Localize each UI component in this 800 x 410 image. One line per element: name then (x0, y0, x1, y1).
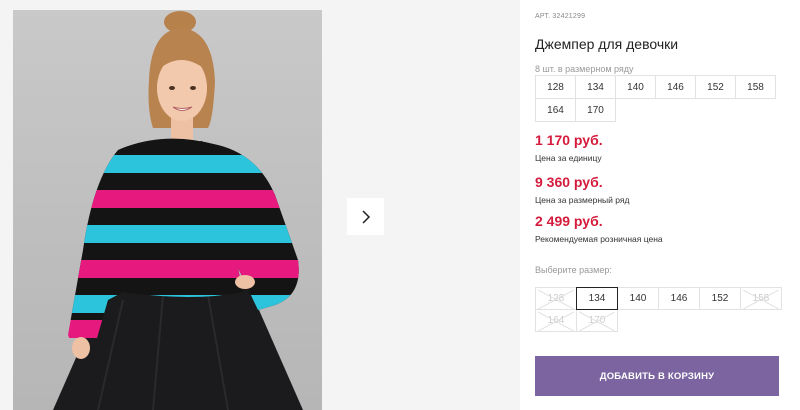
pack-size-label: 8 шт. в размерном ряду (535, 64, 634, 74)
pack-size-cell: 134 (575, 75, 616, 99)
pack-size-cell: 152 (695, 75, 736, 99)
next-image-button[interactable] (347, 198, 384, 235)
size-option[interactable]: 152 (699, 287, 741, 310)
size-option: 170 (576, 309, 618, 332)
retail-price-note: Рекомендуемая розничная цена (535, 234, 663, 244)
pack-size-cell: 170 (575, 98, 616, 122)
product-gallery (0, 0, 520, 410)
pack-price: 9 360 руб. (535, 174, 603, 190)
size-option: 128 (535, 287, 577, 310)
chevron-right-icon (361, 209, 370, 224)
pack-size-cell: 128 (535, 75, 576, 99)
pack-size-cell: 146 (655, 75, 696, 99)
size-option: 158 (740, 287, 782, 310)
product-photo[interactable] (13, 10, 322, 410)
size-option-selected[interactable]: 134 (576, 287, 618, 310)
pack-size-cell: 158 (735, 75, 776, 99)
pack-size-cell: 164 (535, 98, 576, 122)
unit-price: 1 170 руб. (535, 132, 603, 148)
pack-size-cell: 140 (615, 75, 656, 99)
size-option: 164 (535, 309, 577, 332)
pack-size-row: 164 170 (535, 98, 775, 122)
girl-in-striped-sweater-image (53, 11, 303, 410)
add-to-cart-button[interactable]: ДОБАВИТЬ В КОРЗИНУ (535, 356, 779, 396)
size-option-row: 164 170 (535, 309, 781, 332)
retail-price: 2 499 руб. (535, 213, 603, 229)
unit-price-note: Цена за единицу (535, 153, 602, 163)
size-selector: 128 134 140 146 152 158 164 170 (535, 287, 782, 332)
size-option[interactable]: 140 (617, 287, 659, 310)
product-info: АРТ. 32421299 Джемпер для девочки 8 шт. … (535, 0, 800, 410)
product-title: Джемпер для девочки (535, 36, 679, 52)
choose-size-label: Выберите размер: (535, 265, 612, 275)
size-option[interactable]: 146 (658, 287, 700, 310)
pack-price-note: Цена за размерный ряд (535, 195, 630, 205)
product-sku: АРТ. 32421299 (535, 13, 586, 20)
size-option-row: 128 134 140 146 152 158 (535, 287, 782, 310)
pack-size-row: 128 134 140 146 152 158 (535, 75, 776, 99)
pack-size-grid: 128 134 140 146 152 158 164 170 (535, 75, 776, 122)
